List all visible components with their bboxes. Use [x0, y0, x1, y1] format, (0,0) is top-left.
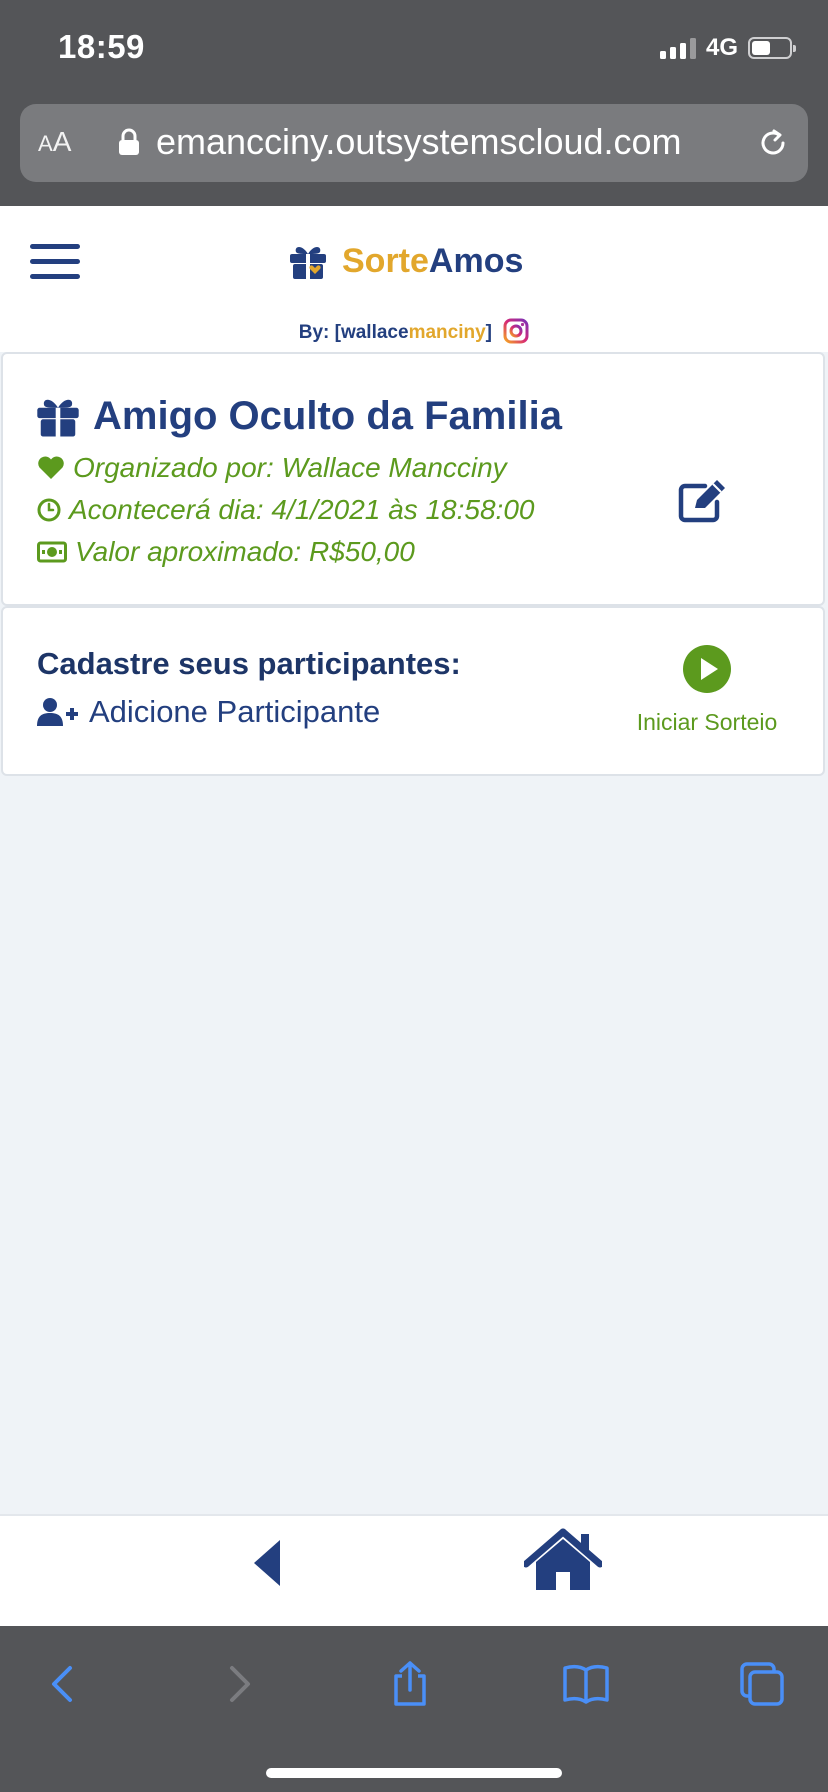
edit-icon[interactable]	[677, 478, 731, 524]
add-participant-label: Adicione Participante	[89, 694, 381, 729]
browser-top-chrome: 18:59 4G AA emancciny.outsystemscloud.co…	[0, 0, 828, 206]
start-draw-button[interactable]: Iniciar Sorteio	[623, 644, 791, 736]
value-text: Valor aproximado: R$50,00	[75, 536, 415, 567]
start-draw-label: Iniciar Sorteio	[636, 709, 778, 735]
organizer-text: Organizado por: Wallace Mancciny	[73, 452, 507, 483]
organizer-line: Organizado por: Wallace Mancciny	[37, 452, 507, 484]
status-time: 18:59	[58, 28, 145, 65]
home-icon[interactable]	[524, 1528, 602, 1594]
user-plus-icon	[37, 698, 78, 726]
share-icon[interactable]	[386, 1660, 434, 1708]
date-text: Acontecerá dia: 4/1/2021 às 18:58:00	[69, 494, 535, 525]
participants-card: Cadastre seus participantes: Adicione Pa…	[1, 606, 825, 776]
date-line: Acontecerá dia: 4/1/2021 às 18:58:00	[37, 494, 534, 526]
browser-back-icon[interactable]	[40, 1660, 88, 1708]
bookmarks-icon[interactable]	[562, 1660, 610, 1708]
text-size-button[interactable]: AA	[38, 126, 71, 158]
status-indicators: 4G	[659, 34, 796, 62]
url-text[interactable]: emancciny.outsystemscloud.com	[156, 120, 746, 164]
battery-icon	[748, 37, 796, 59]
event-title: Amigo Oculto da Familia	[93, 394, 562, 438]
browser-toolbar	[0, 1626, 828, 1792]
home-indicator[interactable]	[266, 1768, 562, 1778]
value-line: Valor aproximado: R$50,00	[37, 536, 415, 568]
event-card: Amigo Oculto da Familia Organizado por: …	[1, 352, 825, 606]
back-arrow-icon[interactable]	[250, 1538, 282, 1588]
tabs-icon[interactable]	[738, 1660, 786, 1708]
reload-icon[interactable]	[756, 126, 790, 160]
heart-icon	[38, 456, 64, 479]
play-icon	[683, 645, 731, 693]
signal-icon	[659, 37, 696, 59]
money-icon	[37, 541, 67, 563]
instagram-icon[interactable]	[503, 318, 529, 344]
network-type: 4G	[705, 34, 738, 61]
add-participant-button[interactable]: Adicione Participante	[37, 694, 380, 730]
author-byline[interactable]: By: [wallacemanciny]	[0, 318, 828, 344]
address-bar[interactable]: AA emancciny.outsystemscloud.com	[20, 104, 808, 182]
gift-icon	[37, 399, 79, 437]
hamburger-menu-button[interactable]	[30, 244, 80, 282]
app-header: SorteAmos By: [wallacemanciny]	[0, 206, 828, 352]
brand-name: SorteAmos	[342, 242, 524, 280]
participants-heading: Cadastre seus participantes:	[37, 646, 461, 681]
event-title-row: Amigo Oculto da Familia	[35, 394, 562, 439]
hamburger-icon	[30, 244, 80, 249]
gift-icon	[290, 246, 326, 279]
clock-icon	[37, 498, 61, 522]
lock-icon	[119, 128, 139, 155]
brand-logo[interactable]: SorteAmos	[288, 242, 523, 281]
app-bottom-nav	[0, 1514, 828, 1628]
browser-forward-icon[interactable]	[214, 1660, 262, 1708]
